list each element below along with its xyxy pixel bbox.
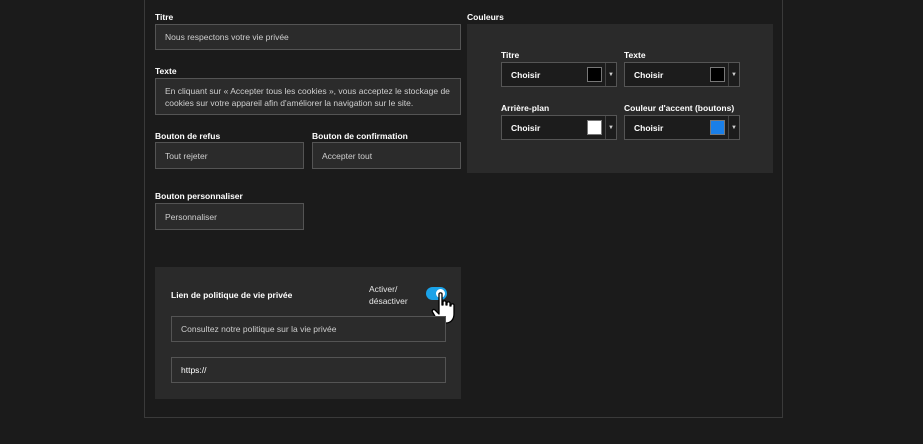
chevron-down-icon: ▼	[728, 116, 739, 139]
background-color-swatch	[587, 120, 602, 135]
accent-color-choose-label: Choisir	[634, 122, 664, 133]
colors-section-label: Couleurs	[467, 12, 504, 22]
text-color-picker[interactable]: Choisir ▼	[624, 62, 740, 87]
accent-color-label: Couleur d'accent (boutons)	[624, 103, 735, 113]
title-color-choose-label: Choisir	[511, 69, 541, 80]
text-label: Texte	[155, 66, 177, 76]
accent-color-swatch	[710, 120, 725, 135]
chevron-down-icon: ▼	[728, 63, 739, 86]
accent-color-picker[interactable]: Choisir ▼	[624, 115, 740, 140]
customize-button-label: Bouton personnaliser	[155, 191, 243, 201]
title-color-swatch	[587, 67, 602, 82]
title-input[interactable]: Nous respectons votre vie privée	[155, 24, 461, 50]
text-color-label: Texte	[624, 50, 646, 60]
refuse-button-input[interactable]: Tout rejeter	[155, 142, 304, 169]
refuse-button-label: Bouton de refus	[155, 131, 221, 141]
confirm-button-input[interactable]: Accepter tout	[312, 142, 461, 169]
text-color-choose-label: Choisir	[634, 69, 664, 80]
customize-button-input[interactable]: Personnaliser	[155, 203, 304, 230]
toggle-caption: Activer/ désactiver	[369, 283, 408, 307]
chevron-down-icon: ▼	[605, 116, 616, 139]
privacy-link-label: Lien de politique de vie privée	[171, 290, 293, 300]
background-color-picker[interactable]: Choisir ▼	[501, 115, 617, 140]
title-color-label: Titre	[501, 50, 520, 60]
toggle-caption-line1: Activer/	[369, 284, 398, 294]
text-color-swatch	[710, 67, 725, 82]
background-color-label: Arrière-plan	[501, 103, 550, 113]
chevron-down-icon: ▼	[605, 63, 616, 86]
background-color-choose-label: Choisir	[511, 122, 541, 133]
title-label: Titre	[155, 12, 174, 22]
toggle-caption-line2: désactiver	[369, 296, 408, 306]
title-color-picker[interactable]: Choisir ▼	[501, 62, 617, 87]
privacy-url-input[interactable]: https://	[171, 357, 446, 383]
confirm-button-label: Bouton de confirmation	[312, 131, 408, 141]
colors-section	[467, 24, 773, 173]
privacy-link-text-input[interactable]: Consultez notre politique sur la vie pri…	[171, 316, 446, 342]
text-textarea[interactable]: En cliquant sur « Accepter tous les cook…	[155, 78, 461, 115]
